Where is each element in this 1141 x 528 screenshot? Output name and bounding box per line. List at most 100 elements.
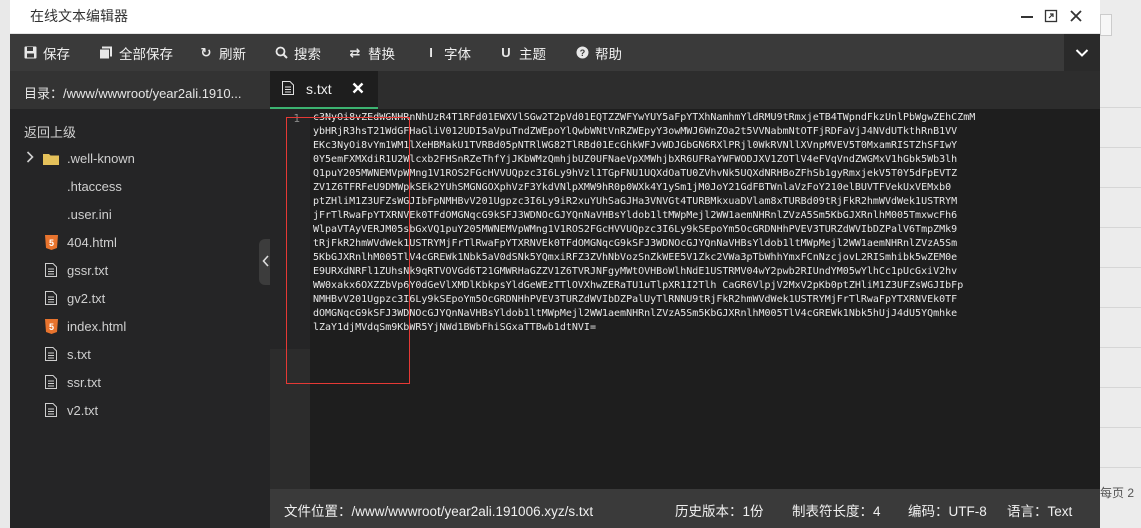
- code-line: WlpaVTAyVERJM05sbGxVQ1puY205MWNEMVpWMng1…: [313, 224, 958, 235]
- replace-label: 替换: [368, 46, 395, 62]
- code-line: c3NyOi8vZEdWGNHRnNhUzR4T1RFd01EWXVlSGw2T…: [313, 112, 976, 123]
- history-versions[interactable]: 历史版本：1份: [675, 500, 764, 520]
- search-icon: [273, 46, 289, 59]
- file-name: s.txt: [67, 346, 91, 362]
- font-button[interactable]: I 字体: [423, 34, 471, 71]
- editor-window: 在线文本编辑器 保存 全部保存 ↻ 刷新 搜索 ⇄ 替换 I 字体 U 主题 ?…: [10, 0, 1100, 528]
- save-label: 保存: [43, 46, 70, 62]
- encoding[interactable]: 编码：UTF-8: [908, 500, 987, 520]
- toolbar: 保存 全部保存 ↻ 刷新 搜索 ⇄ 替换 I 字体 U 主题 ? 帮助: [10, 34, 1100, 71]
- code-line: EKc3NyOi8vYm1WM1lXeHBMakU1TVRBd05pNTRlWG…: [313, 140, 958, 151]
- code-line: lZaY1djMVdqSm9KbWR5YjNWd1BWbFhiSGxaTTBwb…: [313, 322, 596, 333]
- file-item-s-txt[interactable]: s.txt: [10, 340, 270, 368]
- title-bar: 在线文本编辑器: [10, 0, 1100, 34]
- file-item-gssr-txt[interactable]: gssr.txt: [10, 256, 270, 284]
- status-bar: 文件位置：/www/wwwroot/year2ali.191006.xyz/s.…: [270, 489, 1100, 528]
- file-item-well-known[interactable]: .well-known: [10, 144, 270, 172]
- file-item-404-html[interactable]: 5 404.html: [10, 228, 270, 256]
- save-all-label: 全部保存: [119, 46, 173, 62]
- text-file-icon: [43, 290, 59, 306]
- file-item-htaccess[interactable]: .htaccess: [10, 172, 270, 200]
- language[interactable]: 语言：Text: [1007, 500, 1072, 520]
- file-item-user-ini[interactable]: .user.ini: [10, 200, 270, 228]
- code-editor[interactable]: 1 c3NyOi8vZEdWGNHRnNhUzR4T1RFd01EWXVlSGw…: [270, 109, 1100, 489]
- file-name: gv2.txt: [67, 290, 106, 306]
- svg-text:5: 5: [48, 322, 53, 332]
- code-line: Q1puY205MWNEMVpWMng1V1ROS2FGcHVVUQpzc3I6…: [313, 168, 958, 179]
- code-line: NMHBvV201Ugpzc3I6Ly9kSEpoYm5OcGRDNHhPVEV…: [313, 294, 958, 305]
- search-button[interactable]: 搜索: [273, 34, 321, 71]
- code-line: tRjFkR2hmWVdWek1USTRYMjFrTlRwaFpYTXRNVEk…: [313, 238, 958, 249]
- file-item-gv2-txt[interactable]: gv2.txt: [10, 284, 270, 312]
- search-label: 搜索: [294, 46, 321, 62]
- theme-label: 主题: [519, 46, 546, 62]
- html5-icon: 5: [43, 234, 59, 250]
- text-file-icon: [43, 402, 59, 418]
- text-file-icon: [43, 346, 59, 362]
- back-to-parent-link[interactable]: 返回上级: [24, 122, 76, 141]
- chevron-right-icon: [26, 150, 36, 166]
- code-line: 5KbGJXRnlhM005TlV4cGREWk1Nbk5aV0dSNk5YQm…: [313, 252, 958, 263]
- background-page: 每页 2: [1100, 0, 1141, 528]
- replace-button[interactable]: ⇄ 替换: [347, 34, 395, 71]
- code-line: dOMGNqcG9kSFJ3WDNOcGJYQnNaVHBsYldob1ltMW…: [313, 308, 958, 319]
- save-all-icon: [98, 46, 114, 60]
- help-label: 帮助: [595, 46, 622, 62]
- html5-icon: 5: [43, 318, 59, 334]
- help-button[interactable]: ? 帮助: [574, 34, 622, 71]
- code-line: WW0xakx6OXZZbVp6Y0dGeVlXMDlKbkpsYldGeWEz…: [313, 280, 964, 291]
- file-item-v2-txt[interactable]: v2.txt: [10, 396, 270, 424]
- file-name: .well-known: [67, 150, 135, 166]
- file-name: 404.html: [67, 234, 117, 250]
- file-item-ssr-txt[interactable]: ssr.txt: [10, 368, 270, 396]
- toolbar-collapse-button[interactable]: [1064, 34, 1100, 71]
- tab-label: s.txt: [306, 81, 332, 97]
- text-file-icon: [43, 374, 59, 390]
- folder-icon: [43, 150, 59, 166]
- text-file-icon: [282, 80, 294, 98]
- background-button: [1100, 14, 1112, 36]
- refresh-icon: ↻: [200, 44, 212, 60]
- refresh-label: 刷新: [219, 46, 246, 62]
- file-name: .htaccess: [67, 178, 122, 194]
- file-name: ssr.txt: [67, 374, 101, 390]
- chevron-left-icon: [261, 254, 269, 270]
- tab-bar: s.txt: [270, 71, 1100, 109]
- tab-s-txt[interactable]: s.txt: [270, 71, 378, 109]
- code-line: ZV1Z6TFRFeU9DMWpkSEk2YUhSMGNGOXphVzF3Ykd…: [313, 182, 952, 193]
- code-line: ybHRjR3hsT21WdGFHaGliV012UDI5aVpuTndZWEp…: [313, 126, 958, 137]
- help-icon: ?: [574, 46, 590, 59]
- file-location: 文件位置：/www/wwwroot/year2ali.191006.xyz/s.…: [284, 504, 594, 519]
- close-tab-icon[interactable]: [352, 81, 364, 97]
- close-icon[interactable]: [1065, 5, 1087, 27]
- file-name: index.html: [67, 318, 127, 334]
- directory-path: 目录：/www/wwwroot/year2ali.1910...: [10, 71, 270, 109]
- font-label: 字体: [444, 46, 471, 62]
- theme-icon: U: [501, 45, 511, 60]
- refresh-button[interactable]: ↻ 刷新: [198, 34, 246, 71]
- svg-text:?: ?: [579, 48, 585, 58]
- tab-size[interactable]: 制表符长度：4: [792, 500, 881, 520]
- editor-content[interactable]: c3NyOi8vZEdWGNHRnNhUzR4T1RFd01EWXVlSGw2T…: [313, 111, 1098, 335]
- replace-icon: ⇄: [349, 44, 361, 60]
- line-number: 1: [293, 112, 300, 125]
- svg-text:5: 5: [48, 238, 53, 248]
- minimize-icon[interactable]: [1016, 5, 1038, 27]
- file-item-index-html[interactable]: 5 index.html: [10, 312, 270, 340]
- chevron-down-icon: [1075, 45, 1089, 61]
- file-name: gssr.txt: [67, 262, 109, 278]
- font-icon: I: [429, 45, 433, 60]
- code-line: 0Y5emFXMXdiR1U2Wlcxb2FHSnRZeThfYjJKbWMzQ…: [313, 154, 958, 165]
- page-size-label: 每页 2: [1100, 486, 1135, 500]
- save-icon: [22, 46, 38, 59]
- line-gutter: 1: [270, 109, 310, 489]
- file-name: v2.txt: [67, 402, 99, 418]
- save-button[interactable]: 保存: [22, 34, 70, 71]
- code-line: ptZHliM1Z3UFZsWGJIbFpNMHBvV201Ugpzc3I6Ly…: [313, 196, 958, 207]
- code-line: jFrTlRwaFpYTXRNVEk0TFdOMGNqcG9kSFJ3WDNOc…: [313, 210, 958, 221]
- maximize-icon[interactable]: [1040, 5, 1062, 27]
- code-line: E9URXdNRFl1ZUhsNk9qRTVOVGd6T21GMWRHaGZZV…: [313, 266, 958, 277]
- theme-button[interactable]: U 主题: [498, 34, 546, 71]
- file-name: .user.ini: [67, 206, 112, 222]
- save-all-button[interactable]: 全部保存: [98, 34, 173, 71]
